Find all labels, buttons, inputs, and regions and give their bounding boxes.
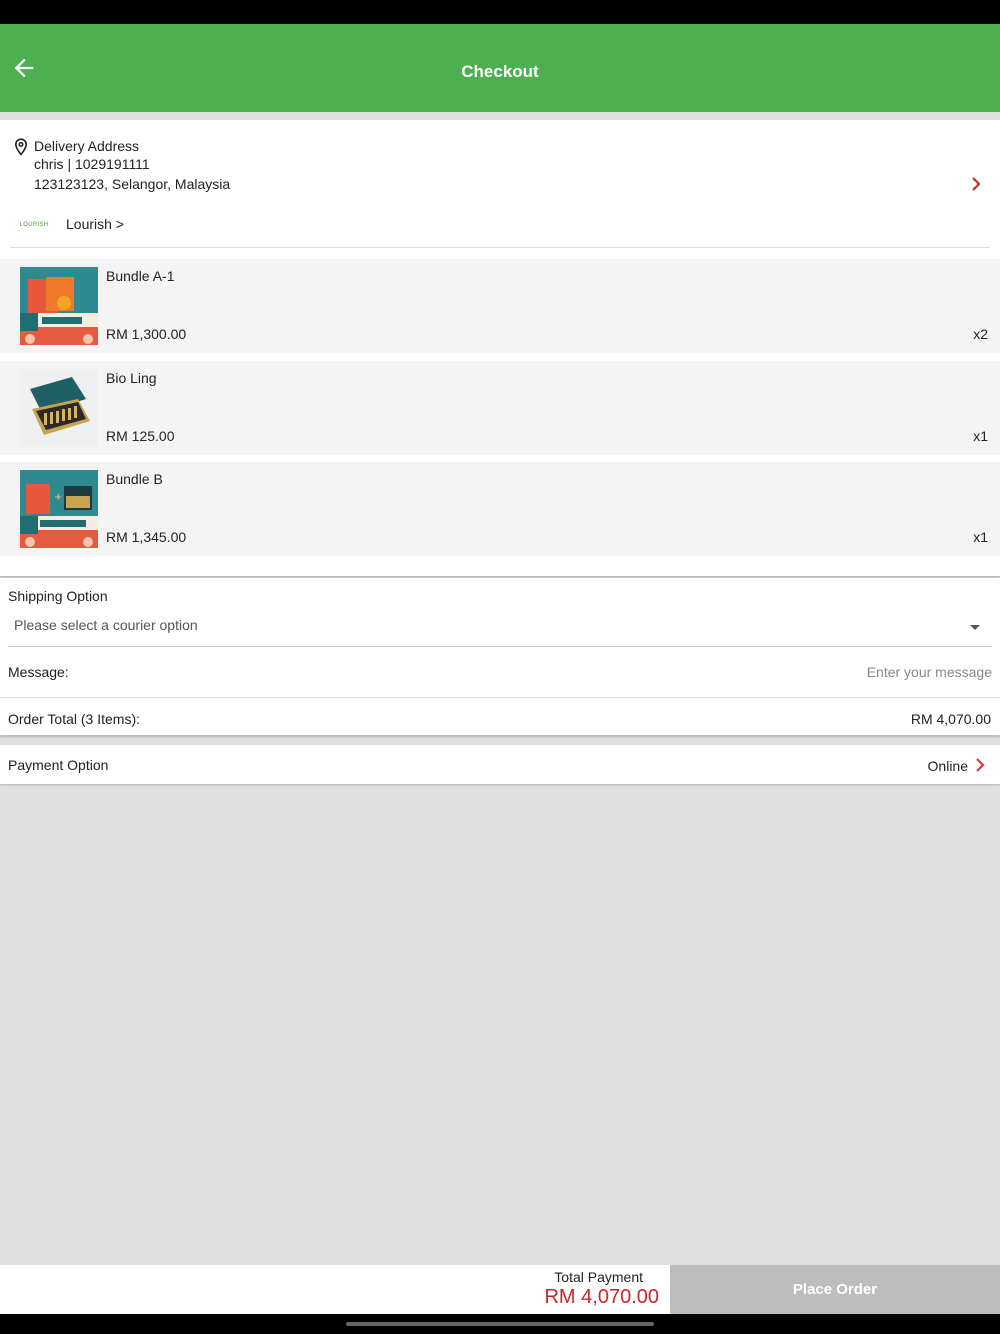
chevron-right-icon: [976, 758, 985, 772]
product-quantity: x1: [973, 428, 988, 444]
product-price: RM 125.00: [106, 428, 175, 444]
cart-item: + Bundle B RM 1,345.00 x1: [0, 462, 1000, 556]
order-total-label: Order Total (3 Items):: [8, 711, 141, 727]
product-price: RM 1,300.00: [106, 326, 187, 342]
home-indicator-area: [0, 1314, 1000, 1334]
payment-option-value: Online: [927, 758, 968, 774]
product-image: [20, 369, 98, 447]
place-order-button[interactable]: Place Order: [670, 1265, 1000, 1314]
message-input[interactable]: [492, 658, 992, 686]
total-payment-label: Total Payment: [554, 1269, 643, 1285]
chevron-right-icon: [972, 177, 981, 191]
shipping-card: Shipping Option Please select a courier …: [0, 578, 1000, 735]
divider: [10, 247, 990, 248]
order-total-value: RM 4,070.00: [910, 711, 991, 727]
product-quantity: x2: [973, 326, 988, 342]
cart-item: Bundle A-1 RM 1,300.00 x2: [0, 259, 1000, 353]
product-price: RM 1,345.00: [106, 529, 187, 545]
product-name: Bundle A-1: [106, 268, 175, 284]
location-pin-icon: [14, 138, 28, 156]
message-row: Message:: [0, 648, 1000, 698]
recipient-name-phone: chris | 1029191111: [34, 156, 150, 172]
shipping-option-label: Shipping Option: [8, 588, 108, 604]
product-image: [20, 267, 98, 345]
order-card: Delivery Address chris | 1029191111 1231…: [0, 120, 1000, 576]
payment-option-label: Payment Option: [8, 757, 109, 773]
product-name: Bundle B: [106, 471, 163, 487]
svg-text:+: +: [54, 492, 62, 503]
app-bar: Checkout: [0, 24, 1000, 112]
product-quantity: x1: [973, 529, 988, 545]
delivery-address[interactable]: Delivery Address chris | 1029191111 1231…: [0, 120, 1000, 204]
home-indicator[interactable]: [346, 1322, 654, 1326]
store-logo: LOURISH: [19, 222, 49, 228]
payment-option-row[interactable]: Payment Option Online: [0, 745, 1000, 784]
product-image: +: [20, 470, 98, 548]
address-line: 123123123, Selangor, Malaysia: [34, 176, 231, 192]
courier-select-placeholder: Please select a courier option: [14, 617, 198, 633]
total-payment-value: RM 4,070.00: [544, 1286, 659, 1308]
delivery-address-label: Delivery Address: [34, 138, 140, 154]
courier-select[interactable]: Please select a courier option: [8, 610, 992, 647]
message-label: Message:: [8, 664, 69, 680]
store-link[interactable]: LOURISH Lourish >: [0, 204, 1000, 248]
store-name: Lourish >: [66, 216, 124, 232]
dropdown-arrow-icon: [970, 625, 980, 630]
product-name: Bio Ling: [106, 370, 157, 386]
page-title: Checkout: [461, 62, 539, 81]
checkout-bar: Total Payment RM 4,070.00 Place Order: [0, 1265, 1000, 1314]
cart-item: Bio Ling RM 125.00 x1: [0, 361, 1000, 455]
status-bar: [0, 0, 1000, 24]
